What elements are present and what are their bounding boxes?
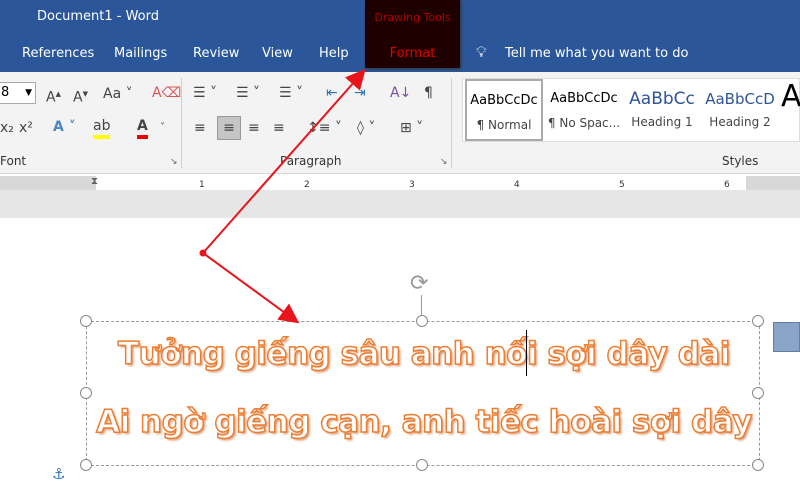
annotation-arrows bbox=[199, 69, 366, 324]
arrow-to-format-tab bbox=[202, 69, 366, 254]
arrow-to-textbox bbox=[202, 252, 300, 324]
arrow-origin-dot bbox=[199, 249, 207, 257]
